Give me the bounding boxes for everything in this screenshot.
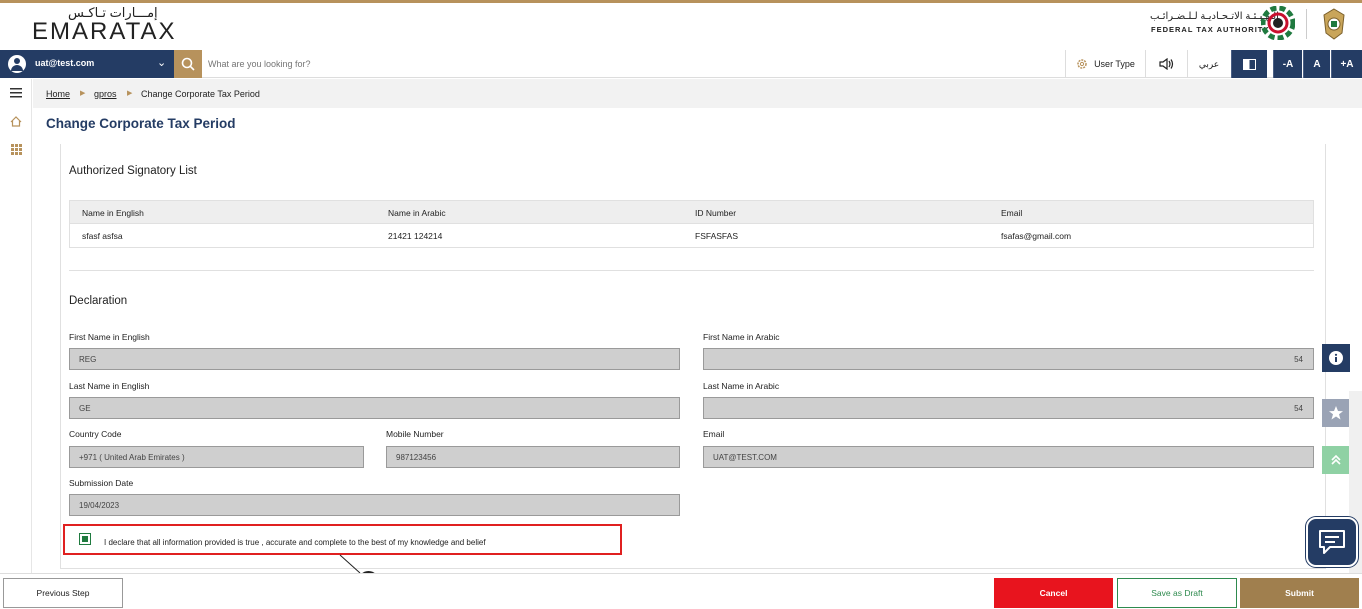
last-name-en-label: Last Name in English xyxy=(69,381,150,391)
home-button[interactable] xyxy=(0,107,32,135)
submission-date-label: Submission Date xyxy=(69,478,134,488)
info-icon xyxy=(1329,351,1343,365)
star-icon xyxy=(1329,406,1343,420)
arabic-language-button[interactable]: عربي xyxy=(1187,50,1230,78)
contrast-icon xyxy=(1243,58,1256,70)
country-code-field[interactable]: +971 ( United Arab Emirates ) xyxy=(69,446,364,468)
fta-logo-icon xyxy=(1261,6,1295,40)
last-name-ar-field[interactable]: 54 xyxy=(703,397,1314,419)
last-name-en-field[interactable]: GE xyxy=(69,397,680,419)
save-draft-button[interactable]: Save as Draft xyxy=(1117,578,1237,608)
speaker-icon xyxy=(1158,58,1173,70)
menu-button[interactable] xyxy=(0,79,32,107)
info-button[interactable] xyxy=(1322,344,1350,372)
mobile-number-field[interactable]: 987123456 xyxy=(386,446,680,468)
breadcrumb-gpros[interactable]: gpros xyxy=(94,89,117,99)
chat-button[interactable] xyxy=(1306,517,1358,567)
chevron-down-icon: ⌄ xyxy=(157,57,167,69)
fta-name-arabic: الـهـيـئـة الاتـحـاديـة لـلـضـرائـب xyxy=(1150,11,1279,22)
font-decrease-button[interactable]: -A xyxy=(1273,50,1302,78)
column-header: Email xyxy=(1001,208,1023,218)
home-icon xyxy=(10,115,22,127)
breadcrumb: Home ▶ gpros ▶ Change Corporate Tax Peri… xyxy=(33,79,1362,108)
consent-checkbox[interactable] xyxy=(79,533,91,545)
top-bar: uat@test.com ⌄ User Type عربي xyxy=(0,50,1362,78)
breadcrumb-separator-icon: ▶ xyxy=(80,90,86,97)
submission-date-field[interactable]: 19/04/2023 xyxy=(69,494,680,516)
menu-icon xyxy=(10,88,22,98)
footer-action-bar: Previous Step Cancel Save as Draft Submi… xyxy=(0,573,1362,609)
scroll-top-button[interactable] xyxy=(1322,446,1350,474)
signatory-section-title: Authorized Signatory List xyxy=(69,165,197,177)
column-header: Name in English xyxy=(82,208,144,218)
country-code-label: Country Code xyxy=(69,429,122,439)
first-name-en-field[interactable]: REG xyxy=(69,348,680,370)
signatory-table-header: Name in English Name in Arabic ID Number… xyxy=(69,200,1314,224)
consent-text: I declare that all information provided … xyxy=(104,538,486,547)
first-name-en-label: First Name in English xyxy=(69,332,150,342)
app-frame: إمـــارات تـاكـس EMARATAX الـهـيـئـة الا… xyxy=(0,0,1362,609)
email-label: Email xyxy=(703,429,725,439)
logo-emaratax[interactable]: EMARATAX xyxy=(32,18,176,46)
breadcrumb-home[interactable]: Home xyxy=(46,89,70,99)
header-divider xyxy=(1306,9,1307,39)
user-type-label: User Type xyxy=(1094,59,1135,69)
table-row: sfasf asfsa 21421 124214 FSFASFAS fsafas… xyxy=(69,224,1314,248)
font-increase-button[interactable]: +A xyxy=(1331,50,1362,78)
mobile-number-label: Mobile Number xyxy=(386,429,444,439)
arabic-label: عربي xyxy=(1198,58,1220,69)
table-cell: FSFASFAS xyxy=(695,231,738,241)
uae-emblem-icon xyxy=(1323,8,1345,40)
gear-icon xyxy=(1077,59,1087,69)
last-name-ar-label: Last Name in Arabic xyxy=(703,381,780,391)
scroll-up-icon xyxy=(1331,454,1341,465)
declaration-section-title: Declaration xyxy=(69,295,128,307)
first-name-ar-field[interactable]: 54 xyxy=(703,348,1314,370)
speaker-button[interactable] xyxy=(1145,50,1187,78)
chat-icon xyxy=(1319,530,1345,554)
column-header: ID Number xyxy=(695,208,737,218)
font-normal-button[interactable]: A xyxy=(1303,50,1330,78)
search-input[interactable] xyxy=(208,54,808,74)
section-divider xyxy=(69,270,1314,271)
breadcrumb-separator-icon: ▶ xyxy=(127,90,133,97)
user-icon xyxy=(8,55,26,73)
breadcrumb-current: Change Corporate Tax Period xyxy=(141,89,260,99)
column-header: Name in Arabic xyxy=(388,208,446,218)
grid-icon xyxy=(10,143,22,155)
first-name-ar-label: First Name in Arabic xyxy=(703,332,780,342)
apps-button[interactable] xyxy=(0,135,32,163)
table-cell: sfasf asfsa xyxy=(82,231,123,241)
table-cell: 21421 124214 xyxy=(388,231,443,241)
contrast-button[interactable] xyxy=(1231,50,1267,78)
favorite-button[interactable] xyxy=(1322,399,1350,427)
submit-button[interactable]: Submit xyxy=(1240,578,1359,608)
table-cell: fsafas@gmail.com xyxy=(1001,231,1072,241)
user-email: uat@test.com xyxy=(35,58,95,68)
header: إمـــارات تـاكـس EMARATAX الـهـيـئـة الا… xyxy=(0,3,1362,47)
user-type-button[interactable]: User Type xyxy=(1065,50,1145,78)
email-field[interactable]: UAT@TEST.COM xyxy=(703,446,1314,468)
sidebar xyxy=(0,79,32,609)
cancel-button[interactable]: Cancel xyxy=(994,578,1113,608)
previous-step-button[interactable]: Previous Step xyxy=(3,578,123,608)
user-menu[interactable]: uat@test.com ⌄ xyxy=(0,50,174,78)
fta-name-english: FEDERAL TAX AUTHORITY xyxy=(1151,25,1270,34)
search-button[interactable] xyxy=(174,50,202,78)
search-icon xyxy=(181,57,195,71)
page-title: Change Corporate Tax Period xyxy=(46,116,236,131)
